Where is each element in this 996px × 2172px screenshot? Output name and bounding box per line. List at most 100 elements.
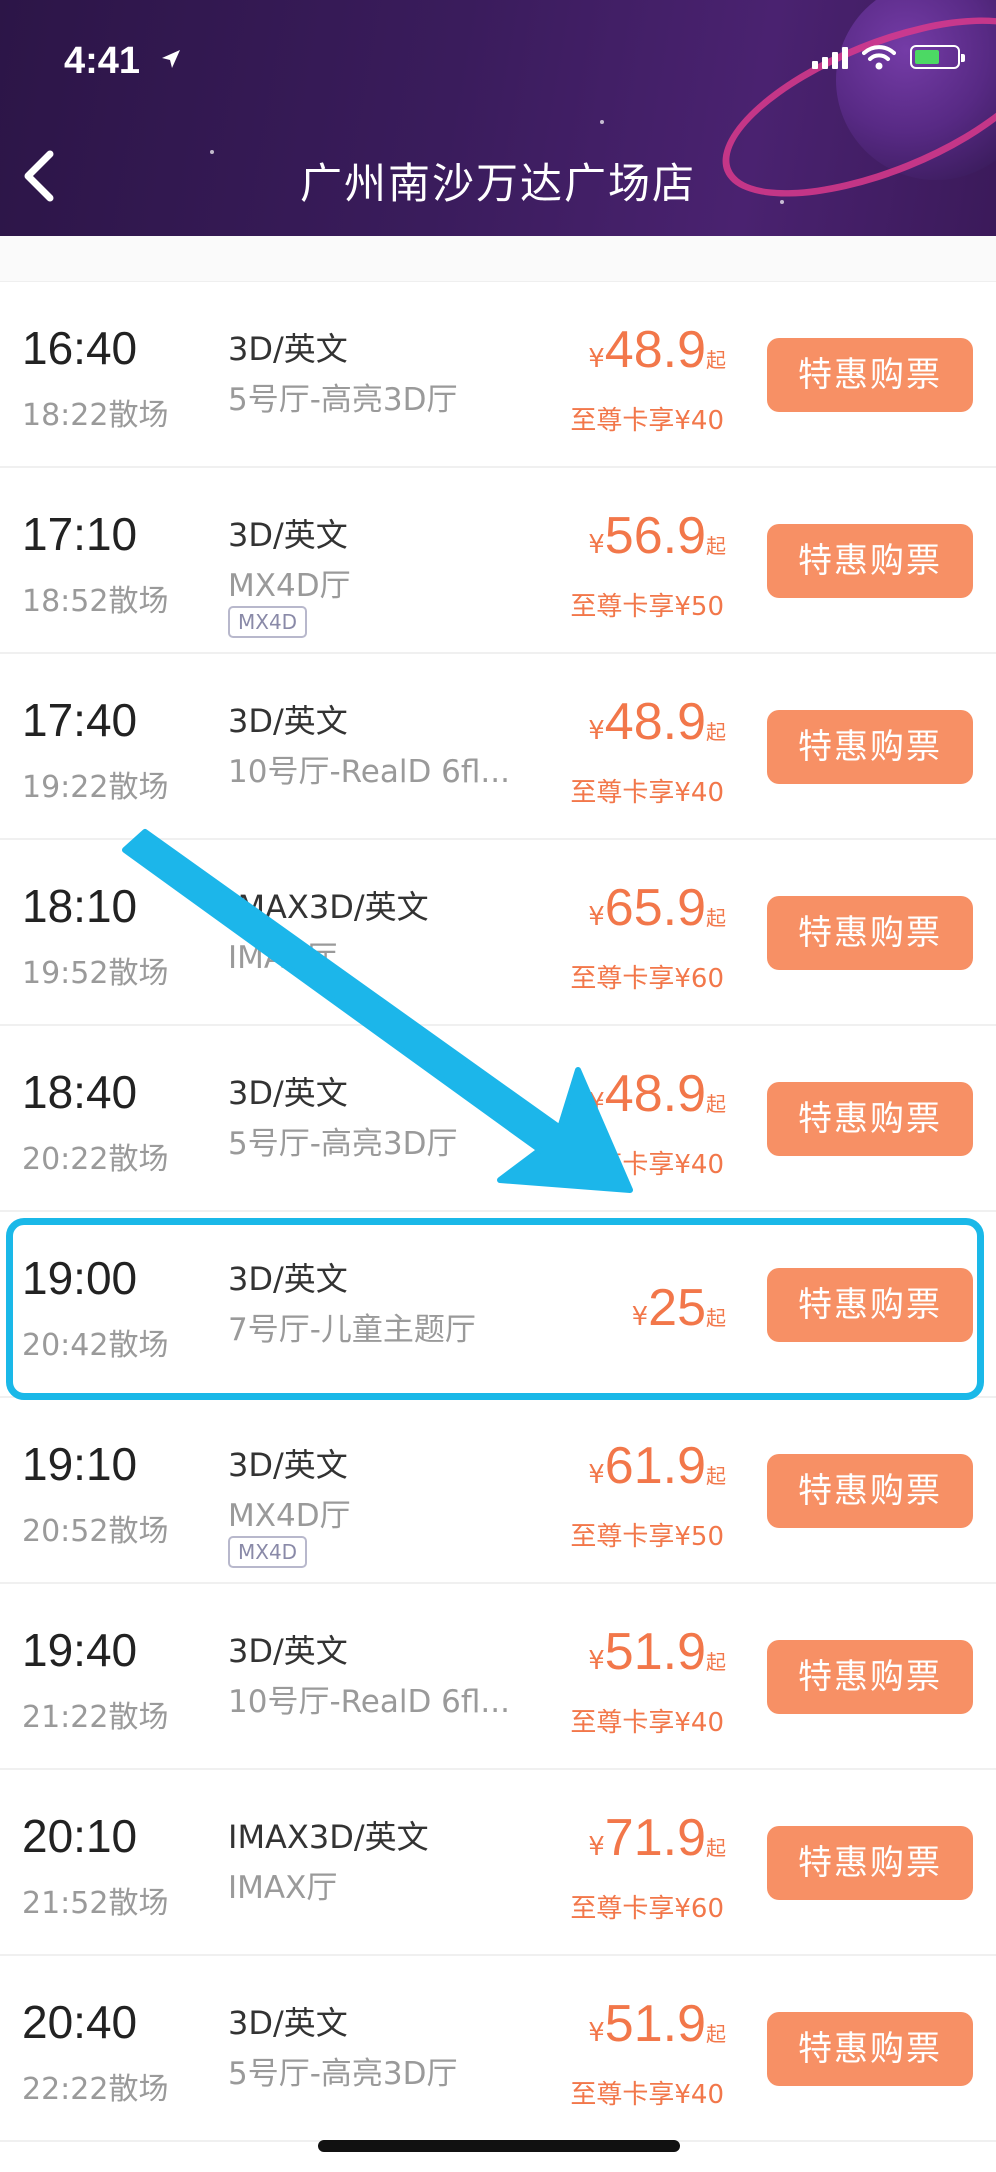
- format-language: 3D/英文: [228, 2004, 348, 2042]
- buy-ticket-button[interactable]: 特惠购票: [767, 896, 973, 970]
- price-value: 48.9: [604, 1065, 706, 1123]
- buy-ticket-button[interactable]: 特惠购票: [767, 1454, 973, 1528]
- member-price: 至尊卡享¥40: [570, 1150, 724, 1180]
- status-time: 4:41: [64, 40, 141, 82]
- start-time: 20:10: [22, 1810, 138, 1862]
- member-price: 至尊卡享¥50: [570, 1522, 724, 1552]
- price-value: 51.9: [604, 1995, 706, 2053]
- hall-name: 5号厅-高亮3D厅: [228, 2056, 458, 2092]
- price-value: 71.9: [604, 1809, 706, 1867]
- member-price: 至尊卡享¥40: [570, 2080, 724, 2110]
- format-language: IMAX3D/英文: [228, 888, 429, 926]
- price-value: 48.9: [604, 321, 706, 379]
- price-value: 56.9: [604, 507, 706, 565]
- session-row[interactable]: 17:10 18:52散场 3D/英文 MX4D厅 MX4D ¥56.9起 至尊卡享¥50 特…: [0, 468, 996, 654]
- home-indicator: [318, 2140, 680, 2152]
- price-value: 61.9: [604, 1437, 706, 1495]
- price: ¥51.9起: [588, 1622, 726, 1682]
- currency-symbol: ¥: [588, 1088, 605, 1118]
- price-value: 51.9: [604, 1623, 706, 1681]
- price-from-label: 起: [706, 1092, 726, 1116]
- highlight-box: [6, 1218, 984, 1400]
- format-language: 3D/英文: [228, 702, 348, 740]
- member-price: 至尊卡享¥40: [570, 778, 724, 808]
- session-list: 16:40 18:22散场 3D/英文 5号厅-高亮3D厅 ¥48.9起 至尊卡享¥40 特…: [0, 236, 996, 2142]
- format-language: 3D/英文: [228, 1446, 348, 1484]
- session-row[interactable]: 19:40 21:22散场 3D/英文 10号厅-RealD 6fl... ¥51.9起…: [0, 1584, 996, 1770]
- session-row[interactable]: 19:10 20:52散场 3D/英文 MX4D厅 MX4D ¥61.9起 至尊卡享¥50 特…: [0, 1398, 996, 1584]
- price-from-label: 起: [706, 1650, 726, 1674]
- end-time: 22:22散场: [22, 2072, 169, 2107]
- buy-ticket-button[interactable]: 特惠购票: [767, 1826, 973, 1900]
- session-row[interactable]: 20:40 22:22散场 3D/英文 5号厅-高亮3D厅 ¥51.9起至尊卡享¥40 特…: [0, 1956, 996, 2142]
- hall-name: IMAX厅: [228, 1870, 338, 1906]
- price-from-label: 起: [706, 1464, 726, 1488]
- price: ¥65.9起: [588, 878, 726, 938]
- price: ¥48.9起: [588, 1064, 726, 1124]
- buy-ticket-button[interactable]: 特惠购票: [767, 1640, 973, 1714]
- signal-icon: [812, 45, 848, 69]
- price-from-label: 起: [706, 2022, 726, 2046]
- price-from-label: 起: [706, 348, 726, 372]
- buy-ticket-button[interactable]: 特惠购票: [767, 338, 973, 412]
- price-from-label: 起: [706, 1836, 726, 1860]
- end-time: 20:52散场: [22, 1514, 169, 1549]
- format-language: IMAX3D/英文: [228, 1818, 429, 1856]
- hall-name: MX4D厅: [228, 1498, 351, 1534]
- currency-symbol: ¥: [588, 344, 605, 374]
- start-time: 19:10: [22, 1438, 138, 1490]
- start-time: 18:40: [22, 1066, 138, 1118]
- location-arrow-icon: [162, 50, 180, 68]
- start-time: 19:40: [22, 1624, 138, 1676]
- price: ¥71.9起: [588, 1808, 726, 1868]
- currency-symbol: ¥: [588, 716, 605, 746]
- wifi-icon: [862, 45, 896, 70]
- hall-name: 5号厅-高亮3D厅: [228, 382, 458, 418]
- member-price: 至尊卡享¥60: [570, 1894, 724, 1924]
- start-time: 17:40: [22, 694, 138, 746]
- hall-name: MX4D厅: [228, 568, 351, 604]
- format-tag-badge: MX4D: [228, 606, 308, 638]
- format-language: 3D/英文: [228, 1074, 348, 1112]
- buy-ticket-button[interactable]: 特惠购票: [767, 1082, 973, 1156]
- member-price: 至尊卡享¥40: [570, 406, 724, 436]
- end-time: 21:22散场: [22, 1700, 169, 1735]
- price: ¥56.9起: [588, 506, 726, 566]
- price: ¥48.9起: [588, 692, 726, 752]
- member-price: 至尊卡享¥50: [570, 592, 724, 622]
- hall-name: 10号厅-RealD 6fl...: [228, 1684, 510, 1720]
- price: ¥51.9起: [588, 1994, 726, 2054]
- battery-icon: [910, 45, 965, 69]
- end-time: 18:22散场: [22, 398, 169, 433]
- session-row[interactable]: 18:40 20:22散场 3D/英文 5号厅-高亮3D厅 ¥48.9起 至尊卡享¥40 特…: [0, 1026, 996, 1212]
- page-title: 广州南沙万达广场店: [299, 159, 696, 208]
- price: ¥48.9起: [588, 320, 726, 380]
- member-price: 至尊卡享¥40: [570, 1708, 724, 1738]
- hall-name: IMAX厅: [228, 940, 338, 976]
- end-time: 18:52散场: [22, 584, 169, 619]
- buy-ticket-button[interactable]: 特惠购票: [767, 710, 973, 784]
- currency-symbol: ¥: [588, 2018, 605, 2048]
- session-row[interactable]: 18:10 19:52散场 IMAX3D/英文 IMAX厅 ¥65.9起 至尊卡享¥60 特…: [0, 840, 996, 1026]
- session-row[interactable]: 20:10 21:52散场 IMAX3D/英文 IMAX厅 ¥71.9起至尊卡享¥60 特…: [0, 1770, 996, 1956]
- end-time: 21:52散场: [22, 1886, 169, 1921]
- end-time: 20:22散场: [22, 1142, 169, 1177]
- currency-symbol: ¥: [588, 530, 605, 560]
- status-icons: [812, 44, 965, 70]
- price-value: 48.9: [604, 693, 706, 751]
- session-row[interactable]: 16:40 18:22散场 3D/英文 5号厅-高亮3D厅 ¥48.9起 至尊卡享¥40 特…: [0, 282, 996, 468]
- buy-ticket-button[interactable]: 特惠购票: [767, 524, 973, 598]
- star-decoration: [600, 120, 604, 124]
- currency-symbol: ¥: [588, 1646, 605, 1676]
- buy-ticket-button[interactable]: 特惠购票: [767, 2012, 973, 2086]
- start-time: 18:10: [22, 880, 138, 932]
- end-time: 19:52散场: [22, 956, 169, 991]
- header-bar: 4:41 广州南沙万达广场店: [0, 0, 996, 236]
- start-time: 17:10: [22, 508, 138, 560]
- format-language: 3D/英文: [228, 330, 348, 368]
- currency-symbol: ¥: [588, 1832, 605, 1862]
- format-language: 3D/英文: [228, 1632, 348, 1670]
- session-row[interactable]: 17:40 19:22散场 3D/英文 10号厅-RealD 6fl... ¥48.9起…: [0, 654, 996, 840]
- start-time: 20:40: [22, 1996, 138, 2048]
- list-spacer: [0, 236, 996, 282]
